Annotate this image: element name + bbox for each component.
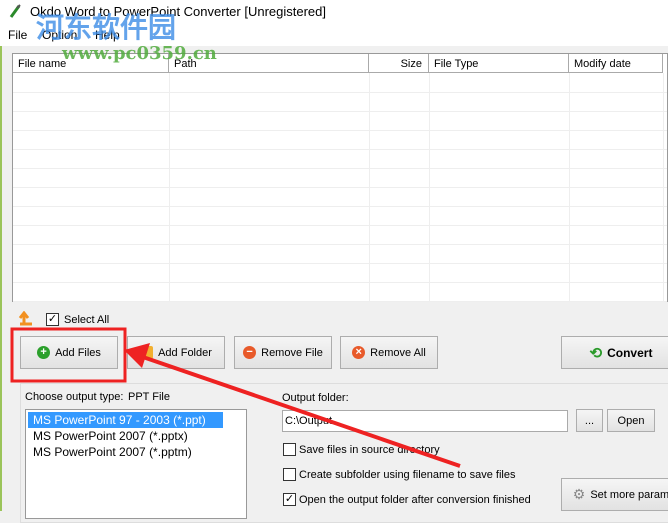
arrow-head-icon <box>124 343 150 368</box>
annotation-arrow <box>139 354 461 468</box>
annotation-overlay <box>10 327 461 468</box>
highlight-box <box>10 327 127 383</box>
